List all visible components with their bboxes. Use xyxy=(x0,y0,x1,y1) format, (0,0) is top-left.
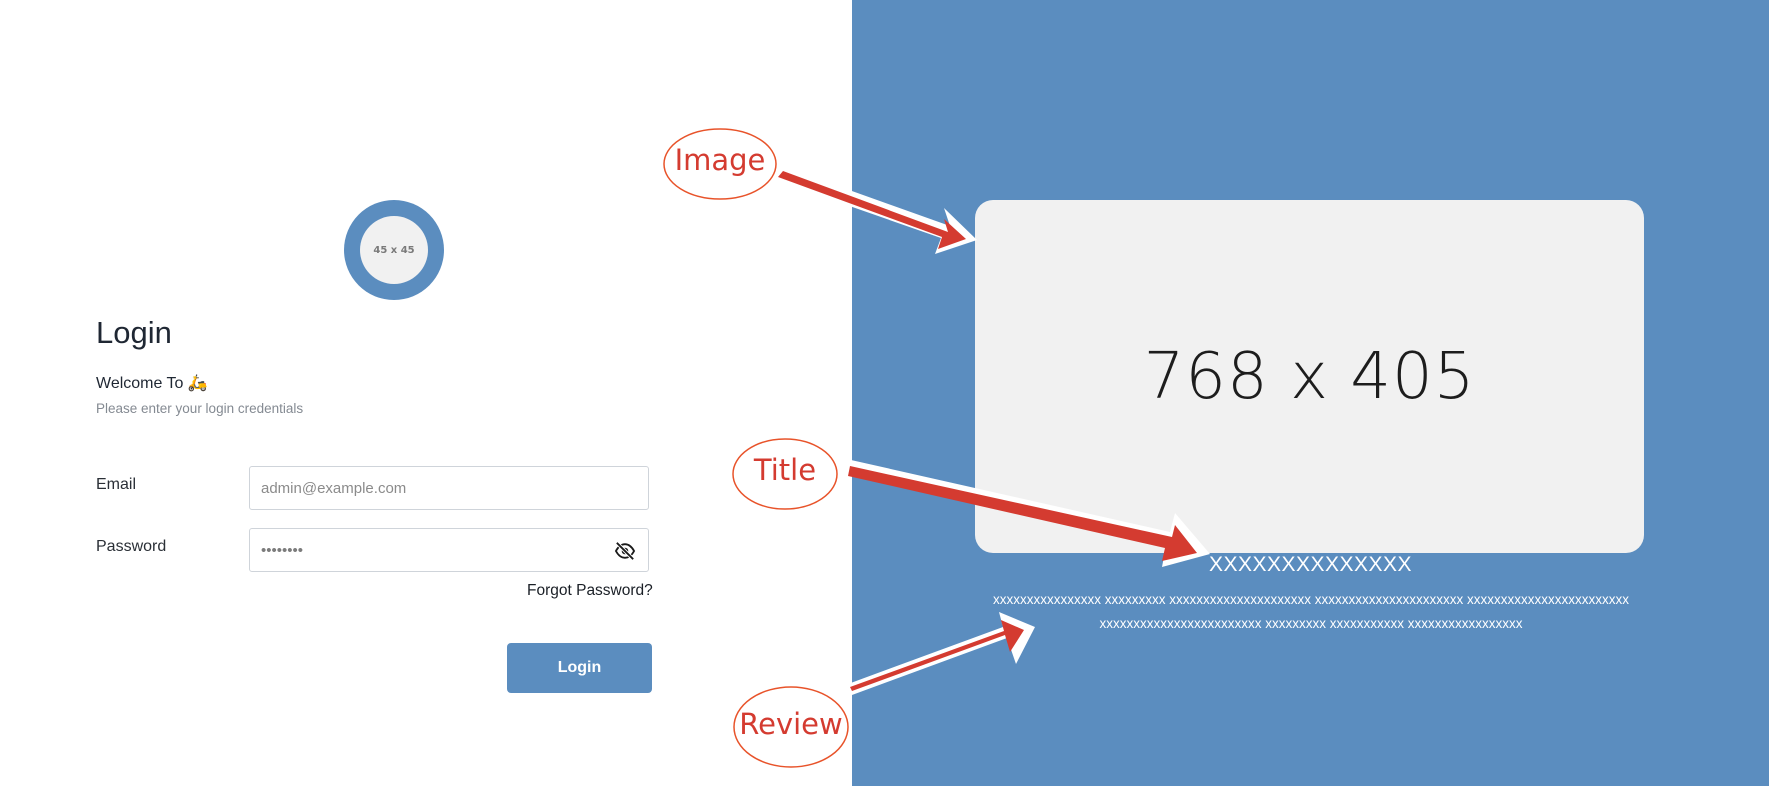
slide-image-placeholder-text: 768 x 405 xyxy=(1143,339,1476,414)
slide-review: xxxxxxxxxxxxxxxx xxxxxxxxx xxxxxxxxxxxxx… xyxy=(992,592,1629,631)
eye-slash-icon[interactable] xyxy=(614,541,636,561)
login-page: 45 x 45 Login Welcome To 🛵 Please enter … xyxy=(0,0,1769,786)
welcome-text: Welcome To 🛵 xyxy=(96,375,208,392)
password-label: Password xyxy=(96,538,167,555)
login-button[interactable]: Login xyxy=(507,643,652,693)
slide-title: XXXXXXXXXXXXXX xyxy=(1208,553,1413,576)
email-field[interactable] xyxy=(250,467,648,509)
logo: 45 x 45 xyxy=(344,200,444,300)
annotation-title-label: Title xyxy=(753,453,817,487)
slide-image: 768 x 405 xyxy=(975,200,1644,553)
email-label: Email xyxy=(96,476,137,493)
annotation-review-label: Review xyxy=(739,707,843,741)
password-field-box xyxy=(249,528,649,572)
login-subtitle: Please enter your login credentials xyxy=(96,401,304,416)
password-field[interactable] xyxy=(250,529,648,571)
forgot-password-link[interactable]: Forgot Password? xyxy=(527,582,653,600)
logo-placeholder: 45 x 45 xyxy=(360,216,428,284)
login-panel: 45 x 45 Login Welcome To 🛵 Please enter … xyxy=(0,0,852,786)
annotation-image-label: Image xyxy=(674,143,766,177)
page-title: Login xyxy=(96,315,172,350)
email-field-box xyxy=(249,466,649,510)
